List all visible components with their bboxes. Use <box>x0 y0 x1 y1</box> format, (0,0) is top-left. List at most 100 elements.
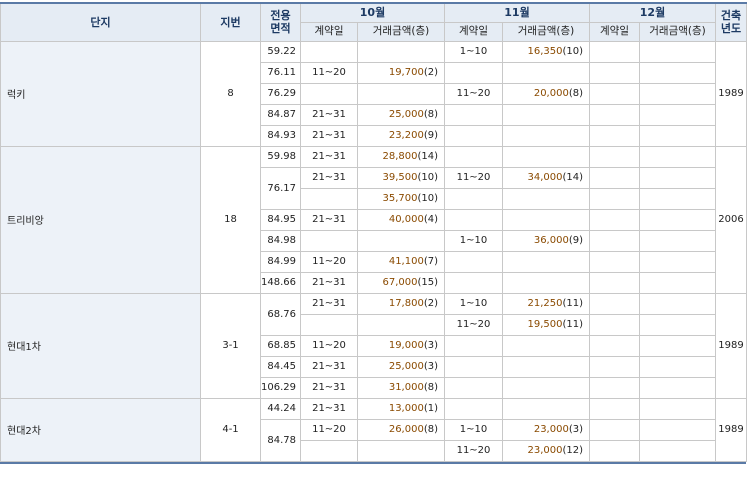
amount-cell <box>639 313 716 336</box>
header-danji: 단지 <box>0 2 201 42</box>
contract-day <box>589 250 640 273</box>
amount-cell <box>639 250 716 273</box>
amount-cell <box>639 397 716 420</box>
header-built-line1: 건축 <box>720 9 742 23</box>
amount-cell <box>639 145 716 168</box>
contract-day <box>589 376 640 399</box>
amount-cell <box>502 208 590 231</box>
floor-value: (1) <box>423 403 438 414</box>
amount-cell: 19,700(2) <box>357 61 445 84</box>
amount-cell <box>502 124 590 147</box>
amount-value: 28,800 <box>382 151 418 162</box>
amount-cell <box>502 61 590 84</box>
floor-value: (14) <box>417 151 438 162</box>
contract-day <box>589 166 640 189</box>
header-amount: 거래금액(층) <box>639 21 716 42</box>
contract-day: 21~31 <box>300 376 358 399</box>
area-value: 59.22 <box>260 40 301 63</box>
contract-day <box>444 145 503 168</box>
header-amount: 거래금액(층) <box>357 21 445 42</box>
header-area-line2: 면적 <box>270 22 291 36</box>
table-bottom-rule <box>0 462 746 464</box>
area-value: 84.98 <box>260 229 301 252</box>
amount-cell <box>639 187 716 210</box>
area-value: 76.11 <box>260 61 301 84</box>
amount-cell: 17,800(2) <box>357 292 445 315</box>
contract-day <box>444 271 503 294</box>
floor-value: (14) <box>562 172 583 183</box>
area-value: 76.29 <box>260 82 301 105</box>
contract-day <box>589 145 640 168</box>
built-year: 1989 <box>715 40 747 147</box>
area-value: 68.76 <box>260 292 301 336</box>
contract-day: 1~10 <box>444 418 503 441</box>
contract-day: 1~10 <box>444 292 503 315</box>
amount-value: 16,350 <box>527 46 563 57</box>
header-built-year: 건축 년도 <box>715 2 747 42</box>
contract-day: 11~20 <box>444 439 503 462</box>
amount-cell <box>357 439 445 462</box>
contract-day <box>589 397 640 420</box>
floor-value: (3) <box>568 424 583 435</box>
contract-day: 1~10 <box>444 229 503 252</box>
contract-day <box>589 418 640 441</box>
amount-cell: 19,500(11) <box>502 313 590 336</box>
contract-day <box>444 376 503 399</box>
amount-cell <box>639 292 716 315</box>
contract-day: 21~31 <box>300 124 358 147</box>
amount-value: 20,000 <box>533 88 569 99</box>
amount-cell: 23,200(9) <box>357 124 445 147</box>
contract-day <box>444 124 503 147</box>
amount-cell <box>639 439 716 462</box>
contract-day <box>300 40 358 63</box>
contract-day <box>589 61 640 84</box>
header-month-11: 11월 <box>444 2 590 23</box>
table-row: 트리비앙 18 59.98 21~31 28,800(14) 2006 <box>0 145 747 294</box>
floor-value: (11) <box>562 319 583 330</box>
amount-cell: 21,250(11) <box>502 292 590 315</box>
contract-day: 21~31 <box>300 355 358 378</box>
amount-value: 23,000 <box>533 424 569 435</box>
contract-day <box>589 271 640 294</box>
contract-day <box>444 187 503 210</box>
contract-day: 11~20 <box>300 418 358 441</box>
header-month-12: 12월 <box>589 2 716 23</box>
jibun-value: 3-1 <box>200 292 261 399</box>
contract-day <box>589 103 640 126</box>
amount-value: 31,000 <box>388 382 424 393</box>
amount-cell: 35,700(10) <box>357 187 445 210</box>
amount-cell <box>502 145 590 168</box>
area-value: 84.95 <box>260 208 301 231</box>
amount-value: 17,800 <box>388 298 424 309</box>
amount-cell: 23,000(12) <box>502 439 590 462</box>
area-value: 68.85 <box>260 334 301 357</box>
amount-cell: 25,000(8) <box>357 103 445 126</box>
table-row: 럭키 8 59.22 1~10 16,350(10) 1989 <box>0 40 747 147</box>
amount-cell <box>502 376 590 399</box>
contract-day <box>300 82 358 105</box>
amount-cell <box>639 208 716 231</box>
contract-day <box>589 334 640 357</box>
contract-day <box>589 208 640 231</box>
jibun-value: 4-1 <box>200 397 261 462</box>
contract-day: 11~20 <box>444 82 503 105</box>
amount-cell <box>639 355 716 378</box>
area-value: 76.17 <box>260 166 301 210</box>
contract-day: 21~31 <box>300 166 358 189</box>
built-year: 1989 <box>715 292 747 399</box>
contract-day <box>589 355 640 378</box>
jibun-value: 8 <box>200 40 261 147</box>
floor-value: (15) <box>417 277 438 288</box>
contract-day <box>589 82 640 105</box>
contract-day: 11~20 <box>300 61 358 84</box>
contract-day <box>444 103 503 126</box>
contract-day <box>589 292 640 315</box>
area-value: 84.78 <box>260 418 301 462</box>
floor-value: (10) <box>562 46 583 57</box>
amount-value: 26,000 <box>388 424 424 435</box>
contract-day <box>300 187 358 210</box>
amount-value: 23,000 <box>527 445 563 456</box>
amount-value: 34,000 <box>527 172 563 183</box>
amount-value: 41,100 <box>388 256 424 267</box>
amount-cell <box>357 229 445 252</box>
